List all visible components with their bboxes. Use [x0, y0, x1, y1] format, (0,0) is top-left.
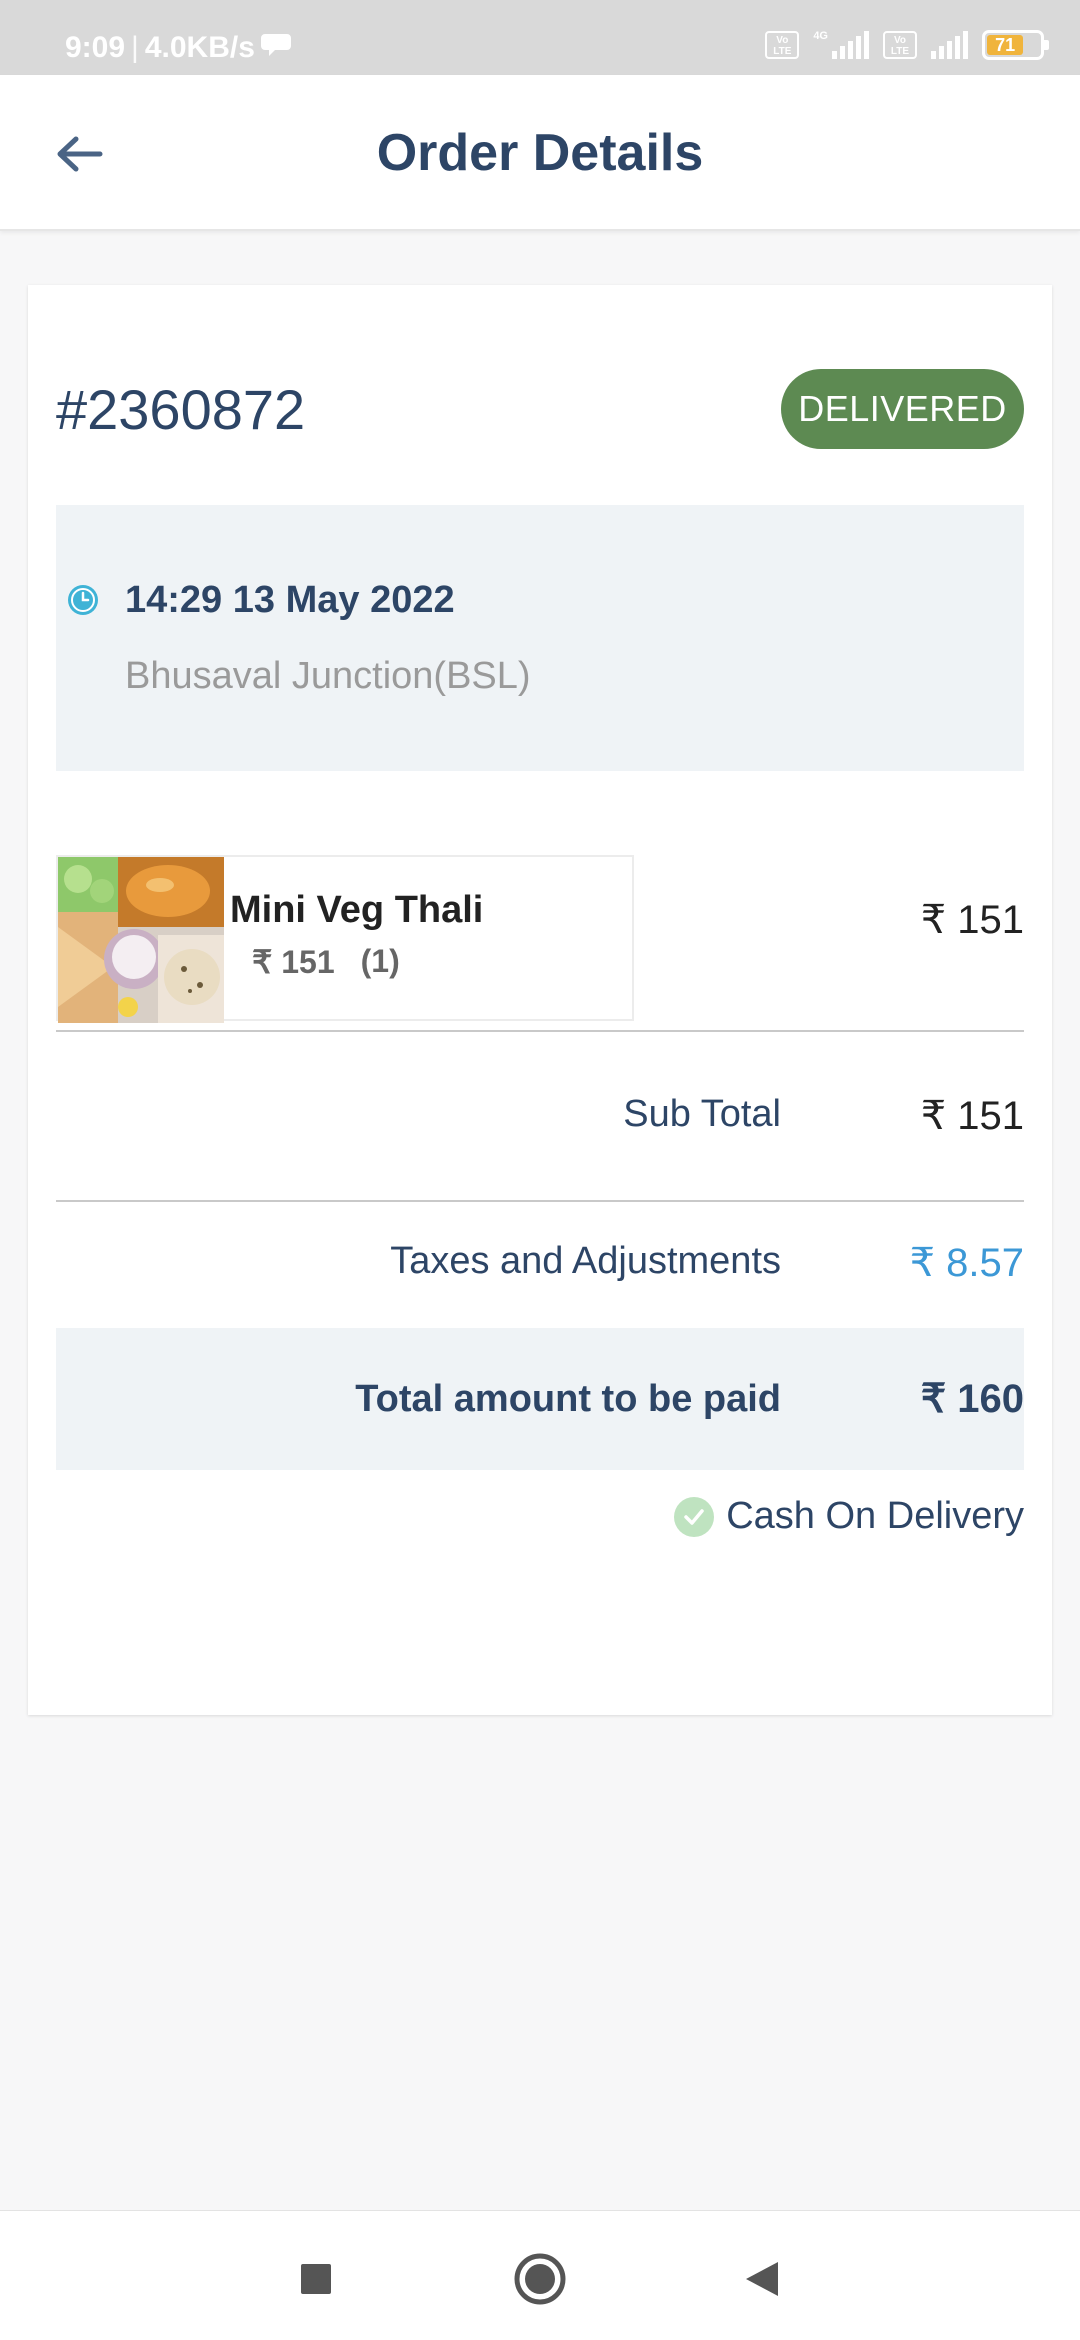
item-price-qty: ₹ 151 (1): [252, 943, 400, 981]
item-unit-price: ₹ 151: [252, 944, 335, 980]
item-image: [58, 857, 224, 1023]
item-card[interactable]: Mini Veg Thali ₹ 151 (1): [56, 855, 634, 1023]
total-row: Total amount to be paid ₹ 160: [56, 1328, 1024, 1470]
home-button[interactable]: [508, 2247, 572, 2311]
delivery-date: 13 May 2022: [232, 579, 455, 621]
divider: [56, 1200, 1024, 1202]
item-name: Mini Veg Thali: [230, 889, 484, 931]
circle-icon: [514, 2253, 566, 2305]
status-time: 9:09: [65, 31, 126, 64]
taxes-value[interactable]: ₹ 8.57: [910, 1240, 1024, 1286]
payment-method: Cash On Delivery: [674, 1495, 1024, 1538]
delivery-info: 14:29 13 May 2022 Bhusaval Junction(BSL): [56, 505, 1024, 771]
subtotal-value: ₹ 151: [920, 1094, 1024, 1138]
total-label: Total amount to be paid: [355, 1378, 781, 1420]
volte-icon-2: Vo LTE: [883, 31, 917, 59]
subtotal-row: Sub Total ₹ 151: [56, 1093, 1024, 1153]
app-bar: Order Details: [0, 75, 1080, 231]
clock-icon: [68, 585, 98, 615]
signal-icon-2: [931, 31, 968, 59]
taxes-row: Taxes and Adjustments ₹ 8.57: [56, 1240, 1024, 1300]
status-right: Vo LTE 4G Vo LTE 71: [765, 30, 1049, 60]
status-left: 9:09 | 4.0KB/s: [65, 30, 295, 66]
total-value: ₹ 160: [920, 1377, 1024, 1421]
nav-back-button[interactable]: [730, 2247, 794, 2311]
volte-icon: Vo LTE: [765, 31, 800, 59]
delivery-datetime: 14:29 13 May 2022: [125, 579, 455, 622]
system-nav-bar: [0, 2210, 1080, 2340]
item-total: ₹ 151: [920, 898, 1024, 942]
chat-bubble-icon: [260, 30, 295, 66]
status-net-speed: 4.0KB/s: [144, 31, 255, 64]
battery-icon: 71: [982, 30, 1049, 60]
status-bar: 9:09 | 4.0KB/s Vo LTE 4G Vo LTE 71: [0, 0, 1080, 75]
order-item: Mini Veg Thali ₹ 151 (1) ₹ 151: [56, 855, 1024, 1023]
order-id: #2360872: [56, 378, 306, 441]
signal-icon: [832, 31, 869, 59]
divider: [56, 1030, 1024, 1032]
payment-method-label: Cash On Delivery: [726, 1495, 1024, 1537]
order-card: #2360872 DELIVERED 14:29 13 May 2022 Bhu…: [28, 285, 1052, 1715]
status-separator: |: [131, 31, 139, 64]
taxes-label: Taxes and Adjustments: [390, 1240, 781, 1282]
recents-button[interactable]: [284, 2247, 348, 2311]
subtotal-label: Sub Total: [623, 1093, 781, 1135]
delivery-time: 14:29: [125, 579, 223, 621]
delivery-station: Bhusaval Junction(BSL): [125, 655, 531, 697]
square-icon: [301, 2264, 331, 2294]
triangle-back-icon: [746, 2262, 778, 2296]
item-quantity: (1): [360, 943, 400, 979]
page-title: Order Details: [376, 124, 704, 182]
battery-level: 71: [987, 35, 1024, 55]
status-badge: DELIVERED: [781, 369, 1024, 449]
network-type: 4G: [813, 30, 828, 42]
check-circle-icon: [674, 1496, 715, 1537]
